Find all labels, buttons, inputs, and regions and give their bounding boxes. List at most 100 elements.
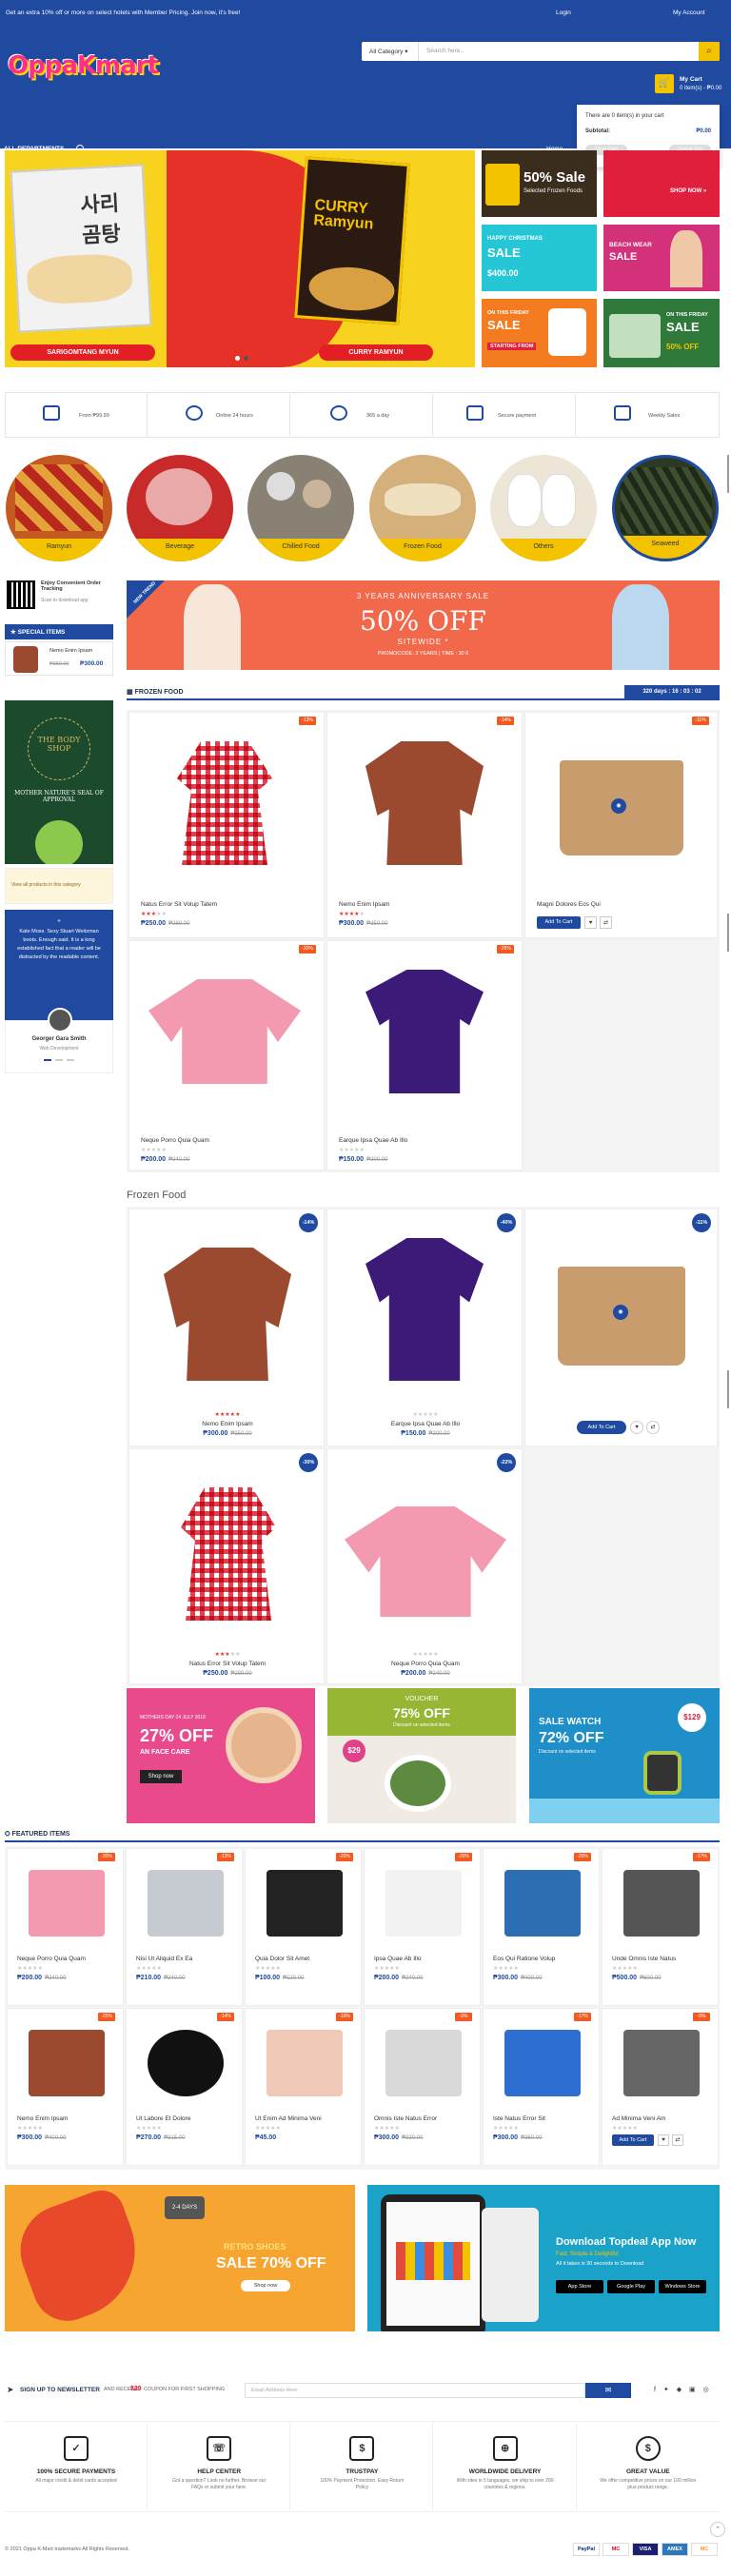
scrollbar-thumb[interactable] [727,914,729,952]
category-beverage[interactable]: Beverage [127,455,233,561]
product-name[interactable]: Nemo Enim Ipsam [17,2115,68,2122]
product-name[interactable]: Ut Enim Ad Minima Veni [255,2115,322,2122]
product-image[interactable] [148,1870,224,1937]
compare-icon[interactable]: ⇄ [646,1421,660,1434]
promo-face-care[interactable]: MOTHERS DAY 24 JULY 2018 27% OFF AN FACE… [127,1688,315,1823]
product-card[interactable]: -11% ◉ Magni Dolores Eos Qui Add To Cart… [524,712,718,938]
wishlist-icon[interactable]: ♥ [584,916,597,929]
category-chilled-food[interactable]: Chilled Food [247,455,354,561]
product-card[interactable]: -14% Ut Labore Et Dolore ★★★★★ ₱270.00 ₱3… [126,2008,243,2166]
search-category-select[interactable]: All Category ▾ [362,42,419,61]
product-image[interactable] [29,1870,105,1937]
scrollbar-thumb[interactable] [727,1370,729,1408]
logo[interactable]: OppaKmart [8,51,159,80]
quick-view-icon[interactable]: ◉ [613,1305,628,1320]
product-image[interactable] [504,2030,581,2096]
product-image[interactable] [385,2030,462,2096]
wishlist-icon[interactable]: ♥ [658,2134,669,2146]
product-card[interactable]: -8% Ad Minima Veni Am ★★★★★ Add To Cart … [602,2008,719,2166]
product-image[interactable] [267,1870,343,1937]
product-image[interactable] [366,970,484,1093]
product-card[interactable]: -22% ★★★★★ Neque Porro Quia Quam ₱200.00… [326,1448,523,1684]
special-item-image[interactable] [13,646,38,673]
add-to-cart-button[interactable]: Add To Cart [577,1421,626,1434]
product-card[interactable]: -14% Nemo Enim Ipsam ★★★★★ ₱300.00 ₱350.0… [326,712,523,938]
retro-shoes-banner[interactable]: 2-4 DAYS RETRO SHOES SALE 70% OFF Shop n… [5,2185,355,2331]
product-image[interactable] [623,2030,700,2096]
shop-now-button[interactable]: Shop now [241,2280,290,2291]
anniversary-banner[interactable]: NEW TREND 3 YEARS ANNIVERSARY SALE 50% O… [127,580,720,670]
product-image[interactable] [181,1487,276,1621]
product-image[interactable] [164,1248,291,1381]
product-card[interactable]: -20% Quia Dolor Sit Amet ★★★★★ ₱100.00 ₱1… [245,1848,362,2006]
product-name[interactable]: Quia Dolor Sit Amet [255,1956,309,1962]
product-name[interactable]: Omnis Iste Natus Error [374,2115,437,2122]
product-image[interactable] [504,1870,581,1937]
product-card[interactable]: -14% Nemo Enim Ipsam ★★★★★ ₱300.00 ₱350.0… [128,1209,325,1446]
search-button[interactable]: ⌕ [699,42,720,61]
product-card[interactable]: -13% Nisi Ut Aliquid Ex Ea ★★★★★ ₱210.00… [126,1848,243,2006]
slider-dot[interactable] [244,356,248,361]
product-image[interactable] [267,2030,343,2096]
product-image[interactable] [177,741,272,865]
testimonial-dot[interactable] [55,1059,63,1061]
cart-title[interactable]: My Cart [680,76,702,83]
category-frozen-food[interactable]: Frozen Food [369,455,476,561]
product-card[interactable]: -25% Eos Qui Ratione Volup ★★★★★ ₱300.00… [483,1848,600,2006]
product-image[interactable] [345,1506,506,1617]
product-card[interactable]: -25% Earque Ipsa Quae Ab Illo ★★★★★ ₱150… [326,940,523,1170]
quick-view-icon[interactable]: ◉ [611,798,626,814]
qr-code-icon[interactable] [7,580,35,609]
banner-friday-sale-1[interactable]: ON THIS FRIDAY SALE STARTING FROM [482,299,597,367]
banner-beach-wear[interactable]: BEACH WEAR SALE [603,225,720,291]
product-name[interactable]: Eos Qui Ratione Volup [493,1956,555,1962]
social-icons[interactable]: f ✦ ◆ ▣ ◎ [654,2386,712,2393]
bodyshop-banner[interactable]: THE BODY SHOP MOTHER NATURE'S SEAL OF AP… [5,700,113,864]
wishlist-icon[interactable]: ♥ [630,1421,643,1434]
product-name[interactable]: Iste Natus Error Sit [493,2115,545,2122]
scrollbar-thumb[interactable] [727,455,729,493]
product-image[interactable] [366,1238,484,1381]
add-to-cart-button[interactable]: Add To Cart [537,916,581,929]
category-seaweed[interactable]: Seaweed [612,455,719,561]
product-card[interactable]: -20% Neque Porro Quia Quam ★★★★★ ₱200.00… [128,940,325,1170]
product-name[interactable]: Nisi Ut Aliquid Ex Ea [136,1956,192,1962]
add-to-cart-button[interactable]: Add To Cart [612,2134,654,2146]
banner-christmas[interactable]: HAPPY CHRISTMAS SALE $400.00 [482,225,597,291]
app-store-badge[interactable]: App Store [556,2280,603,2293]
hero-slider[interactable]: 사리곰탕 CURRY Ramyun SARIGOMTANG MYUN CURRY… [5,150,475,367]
product-image[interactable] [148,2030,224,2096]
product-card[interactable]: -25% Nemo Enim Ipsam ★★★★★ ₱300.00 ₱400.0… [7,2008,124,2166]
product-name[interactable]: Ut Labore Et Dolore [136,2115,190,2122]
product-card[interactable]: -40% ★★★★★ Earque Ipsa Quae Ab Illo ₱150… [326,1209,523,1446]
back-to-top-icon[interactable]: ⌃ [710,2522,725,2537]
product-card[interactable]: -20% Neque Porro Quia Quam ★★★★★ ₱200.00… [7,1848,124,2006]
category-ramyun[interactable]: Ramyun [6,455,112,561]
no-products-note[interactable]: View all products in this category [5,868,113,904]
banner-frozen-sale[interactable]: 50% Sale Selected Frozen Foods [482,150,597,217]
newsletter-submit-button[interactable]: ✉ [585,2383,631,2398]
shop-now-button[interactable]: Shop now [140,1770,182,1783]
cart-summary[interactable]: 0 item(s) - ₱0.00 [680,86,721,91]
special-item[interactable]: Nemo Enim Ipsam ₱350.00 ₱300.00 [5,641,113,676]
compare-icon[interactable]: ⇄ [600,916,612,929]
product-name[interactable]: Unde Omnis Iste Natus [612,1956,676,1962]
product-card[interactable]: -17% Unde Omnis Iste Natus ★★★★★ ₱500.00… [602,1848,719,2006]
product-card[interactable]: -10% Ut Enim Ad Minima Veni ★★★★★ ₱45.00 [245,2008,362,2166]
slider-dot-active[interactable] [235,356,240,361]
search-input[interactable]: Search here... [426,48,465,54]
product-name[interactable]: Ipsa Quae Ab Illo [374,1956,422,1962]
product-card[interactable]: -17% Iste Natus Error Sit ★★★★★ ₱300.00 ₱… [483,2008,600,2166]
banner-shop-now[interactable]: SHOP NOW » [603,150,720,217]
product-image[interactable] [29,2030,105,2096]
product-image[interactable] [366,741,484,865]
newsletter-email-input[interactable]: Email Address Here [245,2383,585,2398]
product-name[interactable]: Ad Minima Veni Am [612,2115,665,2122]
account-link[interactable]: My Account [673,10,705,16]
category-others[interactable]: Others [490,455,597,561]
product-card[interactable]: -13% Natus Error Sit Volup Tatem ★★★★★ ₱… [128,712,325,938]
app-download-banner[interactable]: Download Topdeal App Now Fast, Simple & … [367,2185,720,2331]
windows-store-badge[interactable]: Windows Store [659,2280,706,2293]
product-image[interactable] [148,979,301,1084]
product-card[interactable]: -9% Omnis Iste Natus Error ★★★★★ ₱300.00… [364,2008,481,2166]
